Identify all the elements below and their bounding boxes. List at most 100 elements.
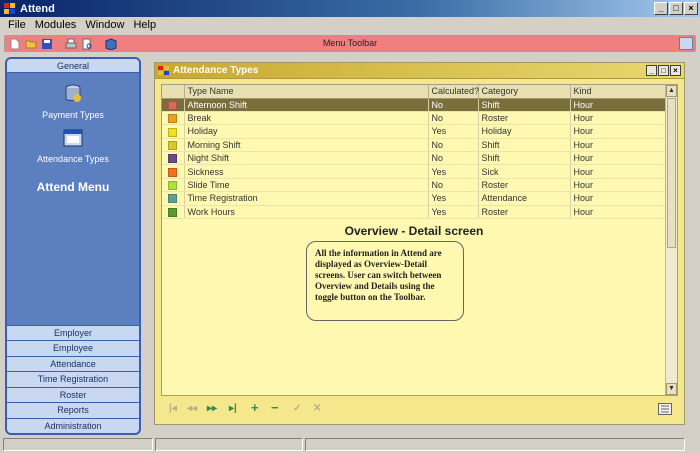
sidebar-group-employer[interactable]: Employer [7, 324, 139, 340]
vertical-scrollbar[interactable]: ▲ ▼ [665, 85, 677, 395]
toolbar-title: Menu Toolbar [322, 38, 378, 48]
sidebar-group-administration[interactable]: Administration [7, 417, 139, 433]
type-name-cell: Sickness [184, 164, 429, 179]
table-row[interactable]: Holiday Yes Holiday Hour [162, 124, 667, 139]
row-header-corner [162, 85, 185, 99]
category-cell: Shift [478, 98, 571, 112]
category-cell: Holiday [478, 124, 571, 139]
app-icon [4, 2, 16, 15]
status-panel [3, 438, 153, 451]
scroll-down-icon[interactable]: ▼ [666, 383, 677, 395]
last-record-icon[interactable]: ▸| [229, 403, 237, 414]
kind-cell: Hour [570, 111, 667, 126]
info-callout: All the information in Attend are displa… [306, 241, 464, 321]
maximize-button[interactable]: □ [669, 2, 683, 15]
child-maximize-button[interactable]: □ [658, 65, 669, 76]
close-button[interactable]: × [684, 2, 698, 15]
child-window-title: Attendance Types [173, 65, 259, 76]
table-row[interactable]: Afternoon Shift No Shift Hour [162, 98, 667, 112]
window-title: Attend [20, 2, 55, 15]
child-close-button[interactable]: × [670, 65, 681, 76]
confirm-icon[interactable]: ✓ [293, 403, 301, 414]
table-row[interactable]: Break No Roster Hour [162, 111, 667, 126]
sidebar-item-label: Payment Types [42, 110, 104, 120]
sidebar-group-attendance[interactable]: Attendance [7, 355, 139, 371]
kind-cell: Hour [570, 205, 667, 220]
color-swatch [168, 114, 177, 124]
column-header-kind[interactable]: Kind [570, 85, 667, 99]
next-record-icon[interactable]: ▸▸ [207, 403, 217, 414]
type-name-cell: Holiday [184, 124, 429, 139]
delete-record-icon[interactable]: − [271, 400, 279, 415]
column-header-calculated[interactable]: Calculated? [428, 85, 479, 99]
color-cell [162, 138, 185, 153]
calculated-cell: No [428, 98, 479, 112]
calculated-cell: No [428, 151, 479, 166]
color-swatch [168, 207, 177, 217]
kind-cell: Hour [570, 178, 667, 193]
attendance-types-window: Attendance Types _ □ × Type Name Calcula… [154, 62, 685, 425]
attend-menu-title: Attend Menu [36, 180, 110, 194]
type-name-cell: Work Hours [184, 205, 429, 220]
previous-record-icon[interactable]: ◂◂ [187, 403, 197, 414]
kind-cell: Hour [570, 138, 667, 153]
table-row[interactable]: Sickness Yes Sick Hour [162, 164, 667, 179]
color-cell [162, 151, 185, 166]
category-cell: Roster [478, 111, 571, 126]
calculated-cell: No [428, 138, 479, 153]
sidebar-group-employee[interactable]: Employee [7, 340, 139, 356]
status-panel [305, 438, 685, 451]
menu-modules[interactable]: Modules [31, 19, 82, 31]
menu-window[interactable]: Window [81, 19, 129, 31]
color-cell [162, 205, 185, 220]
table-row[interactable]: Time Registration Yes Attendance Hour [162, 191, 667, 206]
table-row[interactable]: Morning Shift No Shift Hour [162, 138, 667, 153]
record-navigator: |◂ ◂◂ ▸▸ ▸| + − ✓ ✕ [161, 399, 678, 419]
table-row[interactable]: Slide Time No Roster Hour [162, 178, 667, 193]
table-row[interactable]: Night Shift No Shift Hour [162, 151, 667, 166]
sidebar-item-attendance-types[interactable]: Attendance Types [7, 127, 139, 164]
detail-view-icon[interactable] [658, 403, 672, 415]
menu-file[interactable]: File [4, 19, 31, 31]
color-swatch [168, 194, 177, 204]
sidebar-group-time-registration[interactable]: Time Registration [7, 371, 139, 387]
calculated-cell: Yes [428, 164, 479, 179]
calculated-cell: Yes [428, 205, 479, 220]
minimize-button[interactable]: _ [654, 2, 668, 15]
status-bar [0, 436, 700, 453]
category-cell: Sick [478, 164, 571, 179]
table-row[interactable]: Work Hours Yes Roster Hour [162, 205, 667, 220]
color-swatch [168, 181, 177, 191]
toggle-detail-icon[interactable] [679, 37, 693, 50]
sidebar-group-roster[interactable]: Roster [7, 386, 139, 402]
scroll-up-icon[interactable]: ▲ [666, 85, 677, 97]
database-icon [65, 84, 81, 102]
kind-cell: Hour [570, 124, 667, 139]
type-name-cell: Time Registration [184, 191, 429, 206]
add-record-icon[interactable]: + [251, 400, 259, 415]
sidebar-group-reports[interactable]: Reports [7, 402, 139, 418]
child-window-titlebar: Attendance Types _ □ × [155, 63, 684, 79]
column-header-category[interactable]: Category [478, 85, 571, 99]
color-cell [162, 124, 185, 139]
kind-cell: Hour [570, 164, 667, 179]
color-swatch [168, 127, 177, 137]
cancel-icon[interactable]: ✕ [313, 403, 321, 414]
first-record-icon[interactable]: |◂ [169, 403, 177, 414]
sidebar-header-general[interactable]: General [7, 59, 139, 73]
kind-cell: Hour [570, 191, 667, 206]
window-titlebar: Attend _ □ × [0, 0, 700, 17]
color-cell [162, 178, 185, 193]
menu-help[interactable]: Help [129, 19, 161, 31]
child-minimize-button[interactable]: _ [646, 65, 657, 76]
sidebar-item-payment-types[interactable]: Payment Types [7, 83, 139, 120]
color-swatch [168, 167, 177, 177]
scroll-thumb[interactable] [667, 98, 676, 248]
column-header-type-name[interactable]: Type Name [184, 85, 429, 99]
status-panel [155, 438, 303, 451]
category-cell: Attendance [478, 191, 571, 206]
color-cell [162, 98, 185, 112]
color-swatch [168, 154, 177, 164]
category-cell: Shift [478, 138, 571, 153]
window-icon [63, 129, 83, 147]
